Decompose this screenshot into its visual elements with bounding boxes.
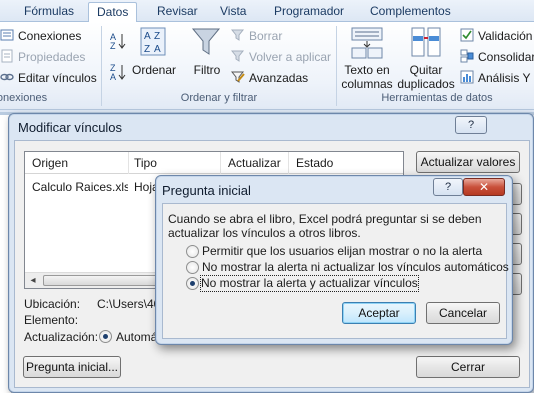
cancel-button-label: Cancelar (438, 306, 488, 320)
option-no-alert-no-update-label[interactable]: No mostrar la alerta ni actualizar los v… (202, 260, 509, 275)
row-source-cell: Calculo Raices.xls (32, 180, 128, 194)
location-value: C:\Users\40 (97, 297, 161, 311)
edit-links-label: Editar vínculos (18, 71, 97, 85)
update-values-button[interactable]: Actualizar valores (416, 151, 520, 173)
consolidate-label: Consolidar (478, 50, 534, 64)
data-validation-button[interactable]: Validación (460, 27, 532, 45)
tab-formulas[interactable]: Fórmulas (16, 2, 82, 22)
chain-link-icon (0, 70, 14, 84)
option-no-alert-update-radio[interactable] (186, 277, 199, 290)
remove-duplicates-label[interactable]: Quitar duplicados (397, 63, 455, 91)
data-tools-group-label: Herramientas de datos (381, 92, 493, 104)
ribbon-tab-bar: Fórmulas Datos Revisar Vista Programador… (0, 0, 534, 23)
item-label: Elemento: (24, 313, 79, 327)
links-list-header: Origen Tipo Actualizar Estado (25, 152, 403, 174)
svg-text:A: A (144, 31, 151, 42)
scrollbar-thumb[interactable] (43, 275, 163, 286)
advanced-filter-icon (230, 70, 245, 84)
text-to-columns-line1: Texto en (344, 63, 390, 77)
option-allow-users-choose-radio[interactable] (186, 245, 199, 258)
advanced-filter-button[interactable]: Avanzadas (230, 69, 309, 87)
svg-text:A: A (110, 72, 116, 82)
update-values-label: Actualizar valores (420, 155, 516, 169)
scroll-left-arrow-icon[interactable]: ◂ (27, 275, 39, 287)
sort-az-icon[interactable]: AZ (108, 31, 128, 51)
remove-duplicates-line1: Quitar (409, 63, 443, 77)
svg-text:A: A (154, 44, 161, 55)
connections-button[interactable]: Conexiones (0, 27, 81, 45)
consolidate-button[interactable]: Consolidar (460, 48, 534, 66)
column-header-status[interactable]: Estado (291, 152, 401, 174)
text-to-columns-label[interactable]: Texto en columnas (340, 63, 394, 91)
startup-prompt-button[interactable]: Pregunta inicial... (23, 356, 121, 378)
validation-label: Validación (478, 29, 533, 43)
advanced-filter-label: Avanzadas (249, 71, 309, 85)
column-header-source[interactable]: Origen (27, 152, 129, 174)
reapply-label: Volver a aplicar (249, 50, 332, 64)
edit-links-button[interactable]: Editar vínculos (0, 69, 97, 87)
update-mode-label: Actualización: (24, 330, 99, 344)
validation-icon (460, 28, 474, 42)
sort-za-icon[interactable]: ZA (108, 62, 128, 82)
svg-text:Z: Z (110, 41, 116, 51)
sort-filter-group-label: Ordenar y filtrar (180, 92, 258, 104)
startup-help-button[interactable]: ? (433, 178, 463, 196)
connections-group-label: onexiones (0, 92, 48, 104)
text-to-columns-line2: columnas (341, 77, 393, 91)
svg-text:Z: Z (154, 31, 160, 42)
clear-filter-label: Borrar (249, 29, 283, 43)
svg-text:Z: Z (144, 44, 150, 55)
edit-links-dialog-title: Modificar vínculos (18, 120, 123, 135)
cancel-button[interactable]: Cancelar (426, 302, 500, 324)
close-button[interactable]: Cerrar (416, 356, 520, 378)
tab-addins[interactable]: Complementos (362, 2, 459, 22)
column-header-update[interactable]: Actualizar (223, 152, 289, 174)
what-if-analysis-button[interactable]: Análisis Y si (460, 69, 534, 87)
sort-label[interactable]: Ordenar (128, 63, 180, 77)
startup-prompt-dialog-title: Pregunta inicial (162, 183, 251, 198)
sort-dialog-icon[interactable]: AZZA (140, 27, 168, 57)
properties-button[interactable]: Propiedades (0, 48, 85, 66)
tab-data[interactable]: Datos (88, 2, 138, 23)
group-separator (336, 26, 337, 106)
connections-label: Conexiones (18, 29, 82, 43)
option-no-alert-update-label[interactable]: No mostrar la alerta y actualizar víncul… (200, 275, 419, 292)
option-no-alert-no-update-radio[interactable] (186, 261, 199, 274)
filter-label[interactable]: Filtro (186, 63, 228, 77)
automatic-update-label: Automá (116, 330, 158, 344)
reapply-icon (230, 49, 245, 63)
consolidate-icon (460, 49, 474, 63)
accept-button-label: Aceptar (358, 306, 400, 320)
what-if-icon (460, 70, 474, 84)
connections-icon (0, 28, 14, 42)
startup-close-button[interactable]: ✕ (463, 178, 505, 196)
tab-review[interactable]: Revisar (149, 2, 206, 22)
filter-funnel-icon[interactable] (191, 26, 221, 58)
remove-duplicates-line2: duplicados (397, 77, 455, 91)
option-allow-users-choose-label[interactable]: Permitir que los usuarios elijan mostrar… (202, 244, 482, 259)
remove-duplicates-icon[interactable] (410, 26, 442, 60)
group-separator (101, 26, 102, 106)
startup-prompt-description: Cuando se abra el libro, Excel podrá pre… (168, 212, 482, 240)
location-label: Ubicación: (24, 297, 81, 311)
column-header-type[interactable]: Tipo (129, 152, 221, 174)
startup-prompt-button-label: Pregunta inicial... (25, 360, 119, 374)
tab-view[interactable]: Vista (212, 2, 254, 22)
clear-filter-button[interactable]: Borrar (230, 27, 283, 45)
close-button-label: Cerrar (450, 360, 485, 374)
help-button[interactable]: ? (455, 116, 487, 134)
clear-filter-icon (230, 28, 245, 42)
automatic-update-radio[interactable] (99, 330, 112, 343)
tab-developer[interactable]: Programador (266, 2, 352, 22)
text-to-columns-icon[interactable] (351, 26, 383, 60)
reapply-button[interactable]: Volver a aplicar (230, 48, 332, 66)
accept-button[interactable]: Aceptar (342, 302, 416, 324)
properties-label: Propiedades (18, 50, 86, 64)
properties-icon (0, 49, 14, 63)
what-if-label: Análisis Y si (478, 71, 534, 85)
